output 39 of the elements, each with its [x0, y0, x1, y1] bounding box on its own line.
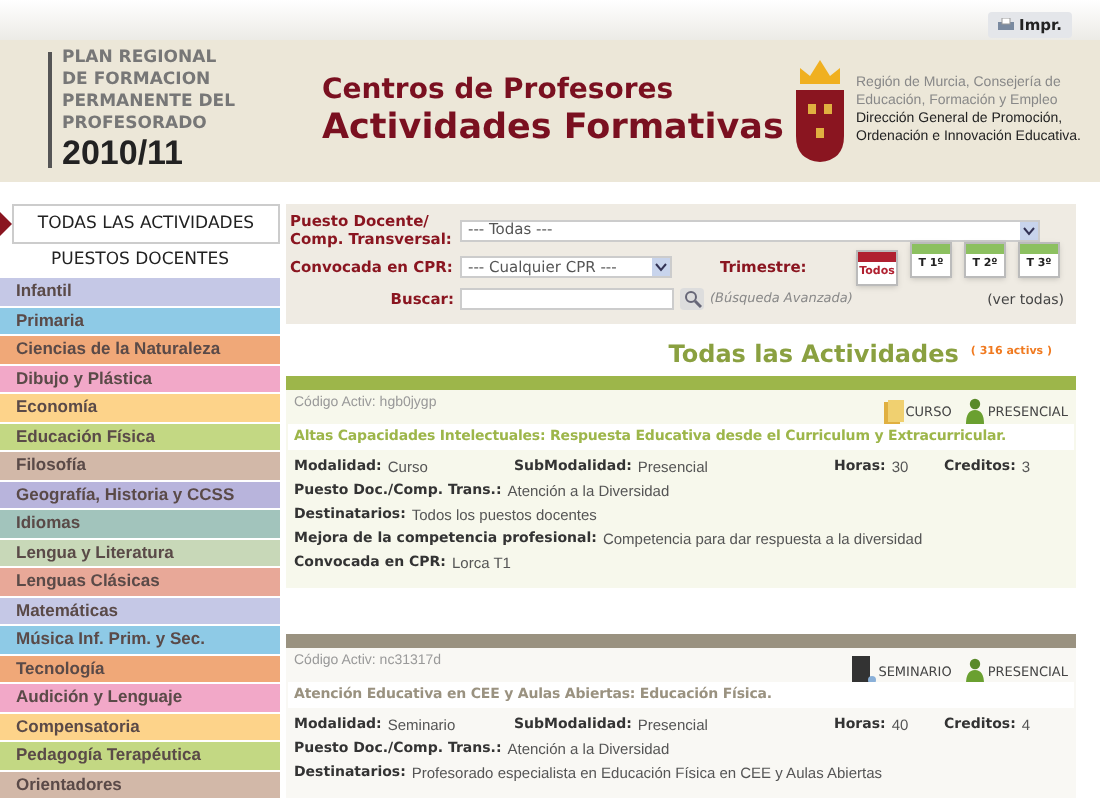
book-icon [852, 656, 877, 684]
plan-title-line: PERMANENTE DEL [62, 92, 237, 115]
site-subtitle: Centros de Profesores [322, 71, 676, 108]
category-link[interactable]: Idiomas [0, 510, 280, 539]
category-link[interactable]: Música Inf. Prim. y Sec. [0, 626, 280, 655]
category-link[interactable]: Lenguas Clásicas [0, 568, 280, 597]
results-title: Todas las Actividades [668, 337, 959, 371]
category-link[interactable]: Compensatoria [0, 713, 280, 742]
search-field[interactable] [460, 288, 674, 311]
folder-icon [883, 400, 904, 424]
category-link[interactable]: Primaria [0, 307, 280, 336]
section-heading: PUESTOS DOCENTES [49, 248, 231, 275]
category-link[interactable]: Economía [0, 394, 280, 423]
plan-title-line: PROFESORADO [62, 114, 209, 137]
caret-icon [1020, 221, 1038, 239]
printer-icon [997, 18, 1014, 32]
coat-of-arms-icon [792, 56, 848, 165]
plan-title-line: DE FORMACION [62, 70, 213, 93]
category-link[interactable]: Ciencias de la Naturaleza [0, 336, 280, 365]
pointer-triangle-icon [0, 212, 12, 236]
category-link[interactable]: Orientadores [0, 771, 280, 800]
category-link[interactable]: Pedagogía Terapéutica [0, 742, 280, 771]
plan-year: 2010/11 [62, 136, 186, 173]
category-link[interactable]: Matemáticas [0, 597, 280, 626]
category-link[interactable]: Geografía, Historia y CCSS [0, 481, 280, 510]
category-link[interactable]: Dibujo y Plástica [0, 365, 280, 394]
search-icon [683, 290, 701, 309]
category-link[interactable]: Infantil [0, 278, 280, 307]
category-link[interactable]: Educación Física [0, 423, 280, 452]
category-link[interactable]: Lengua y Literatura [0, 539, 280, 568]
caret-icon [652, 258, 670, 277]
category-link[interactable]: Tecnología [0, 655, 280, 684]
category-link[interactable]: Filosofía [0, 452, 280, 481]
search-button[interactable] [680, 288, 704, 311]
person-icon [963, 398, 986, 424]
plan-title-line: PLAN REGIONAL [62, 48, 219, 71]
site-title: Actividades Formativas [322, 107, 786, 150]
category-link[interactable]: Audición y Lenguaje [0, 684, 280, 713]
all-activities-link[interactable]: TODAS LAS ACTIVIDADES [12, 204, 280, 244]
